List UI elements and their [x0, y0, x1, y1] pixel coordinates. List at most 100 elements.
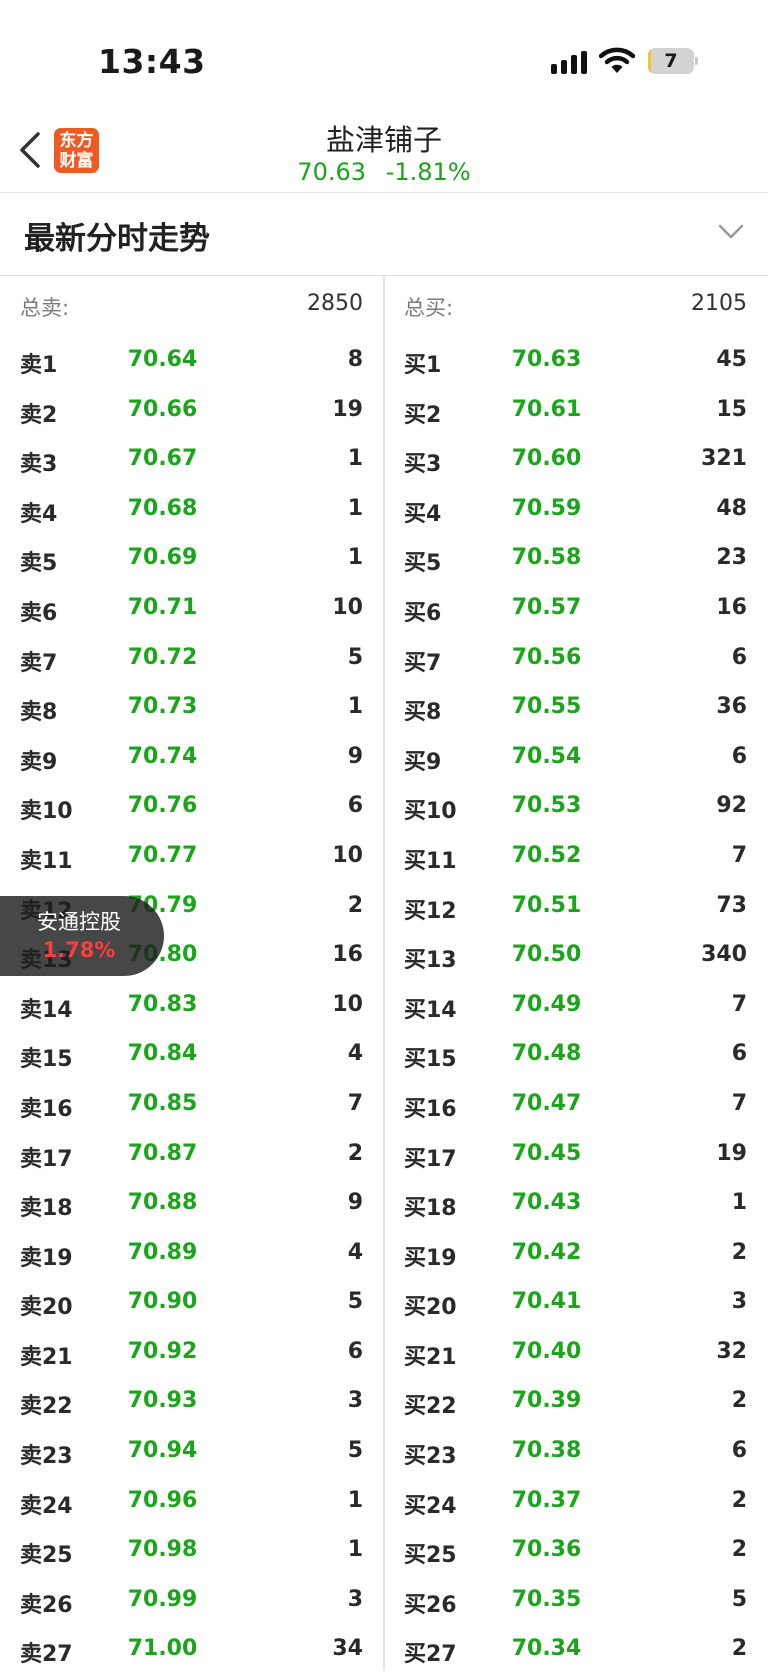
sell-level-label: 卖8: [20, 700, 58, 726]
buy-level-label: 买25: [404, 1543, 457, 1569]
buy-level-row[interactable]: 买16 70.47 7: [384, 1080, 767, 1130]
buy-volume: 73: [716, 892, 747, 918]
sell-level-row[interactable]: 卖7 70.72 5: [0, 634, 383, 684]
buy-level-row[interactable]: 买27 70.34 2: [384, 1625, 767, 1675]
buy-total-row: 总买: 2105: [384, 276, 767, 336]
buy-price: 70.49: [511, 991, 582, 1017]
sell-price: 70.92: [127, 1338, 198, 1364]
buy-level-row[interactable]: 买24 70.37 2: [384, 1477, 767, 1527]
sell-level-row[interactable]: 卖23 70.94 5: [0, 1427, 383, 1477]
buy-level-label: 买21: [404, 1344, 457, 1370]
sell-volume: 1: [347, 495, 363, 521]
buy-price: 70.50: [511, 942, 582, 968]
sell-volume: 1: [347, 1487, 363, 1513]
buy-level-row[interactable]: 买19 70.42 2: [384, 1229, 767, 1279]
buy-price: 70.54: [511, 743, 582, 769]
buy-level-row[interactable]: 买18 70.43 1: [384, 1179, 767, 1229]
sell-level-row[interactable]: 卖4 70.68 1: [0, 485, 383, 535]
sell-level-label: 卖19: [20, 1245, 73, 1271]
sell-volume: 9: [347, 1190, 363, 1216]
floating-stock-tag[interactable]: 安通控股 1.78%: [0, 896, 164, 976]
sell-level-row[interactable]: 卖22 70.93 3: [0, 1377, 383, 1427]
sell-level-row[interactable]: 卖19 70.89 4: [0, 1229, 383, 1279]
buy-level-row[interactable]: 买20 70.41 3: [384, 1278, 767, 1328]
buy-level-row[interactable]: 买12 70.51 73: [384, 882, 767, 932]
sell-volume: 19: [332, 396, 363, 422]
buy-level-row[interactable]: 买8 70.55 36: [384, 683, 767, 733]
buy-level-row[interactable]: 买10 70.53 92: [384, 782, 767, 832]
sell-level-row[interactable]: 卖10 70.76 6: [0, 782, 383, 832]
sell-level-row[interactable]: 卖9 70.74 9: [0, 733, 383, 783]
section-header[interactable]: 最新分时走势: [0, 193, 768, 276]
buy-level-row[interactable]: 买11 70.52 7: [384, 832, 767, 882]
sell-level-row[interactable]: 卖14 70.83 10: [0, 981, 383, 1031]
sell-level-row[interactable]: 卖25 70.98 1: [0, 1526, 383, 1576]
buy-level-row[interactable]: 买1 70.63 45: [384, 336, 767, 386]
buy-volume: 15: [716, 396, 747, 422]
sell-level-label: 卖18: [20, 1196, 73, 1222]
sell-level-row[interactable]: 卖21 70.92 6: [0, 1328, 383, 1378]
buy-price: 70.59: [511, 495, 582, 521]
sell-level-row[interactable]: 卖17 70.87 2: [0, 1130, 383, 1180]
buy-level-row[interactable]: 买7 70.56 6: [384, 634, 767, 684]
sell-level-label: 卖26: [20, 1592, 73, 1618]
sell-level-label: 卖4: [20, 501, 58, 527]
sell-level-row[interactable]: 卖3 70.67 1: [0, 435, 383, 485]
buy-level-label: 买7: [404, 650, 442, 676]
buy-level-row[interactable]: 买5 70.58 23: [384, 534, 767, 584]
buy-volume: 45: [716, 347, 747, 372]
chevron-down-icon[interactable]: [716, 219, 746, 243]
buy-level-label: 买19: [404, 1245, 457, 1271]
buy-level-row[interactable]: 买21 70.40 32: [384, 1328, 767, 1378]
sell-level-row[interactable]: 卖18 70.88 9: [0, 1179, 383, 1229]
buy-price: 70.55: [511, 694, 582, 720]
buy-level-row[interactable]: 买3 70.60 321: [384, 435, 767, 485]
buy-level-row[interactable]: 买15 70.48 6: [384, 1030, 767, 1080]
stock-price: 70.63: [297, 158, 367, 186]
sell-price: 70.89: [127, 1239, 198, 1265]
sell-level-label: 卖25: [20, 1543, 73, 1569]
sell-price: 70.74: [127, 743, 198, 769]
buy-level-row[interactable]: 买9 70.54 6: [384, 733, 767, 783]
sell-volume: 6: [347, 793, 363, 819]
buy-level-row[interactable]: 买26 70.35 5: [384, 1576, 767, 1626]
sell-price: 70.77: [127, 842, 198, 868]
buy-level-row[interactable]: 买14 70.49 7: [384, 981, 767, 1031]
battery-icon: 7: [648, 48, 698, 74]
buy-price: 70.36: [511, 1537, 582, 1563]
stock-change: -1.81%: [385, 158, 471, 186]
sell-level-row[interactable]: 卖24 70.96 1: [0, 1477, 383, 1527]
sell-price: 70.73: [127, 694, 198, 720]
sell-level-row[interactable]: 卖2 70.66 19: [0, 386, 383, 436]
sell-level-row[interactable]: 卖11 70.77 10: [0, 832, 383, 882]
buy-volume: 6: [731, 1041, 747, 1067]
sell-level-row[interactable]: 卖26 70.99 3: [0, 1576, 383, 1626]
buy-level-row[interactable]: 买4 70.59 48: [384, 485, 767, 535]
sell-level-row[interactable]: 卖27 71.00 34: [0, 1625, 383, 1675]
sell-price: 70.98: [127, 1537, 198, 1563]
sell-level-row[interactable]: 卖15 70.84 4: [0, 1030, 383, 1080]
sell-level-row[interactable]: 卖20 70.90 5: [0, 1278, 383, 1328]
sell-level-row[interactable]: 卖8 70.73 1: [0, 683, 383, 733]
sell-level-row[interactable]: 卖5 70.69 1: [0, 534, 383, 584]
buy-price: 70.41: [511, 1289, 582, 1315]
buy-level-label: 买3: [404, 452, 442, 478]
clock: 13:43: [98, 42, 206, 81]
sell-price: 70.69: [127, 545, 198, 571]
buy-level-row[interactable]: 买23 70.38 6: [384, 1427, 767, 1477]
buy-level-row[interactable]: 买6 70.57 16: [384, 584, 767, 634]
buy-level-row[interactable]: 买22 70.39 2: [384, 1377, 767, 1427]
buy-level-label: 买26: [404, 1592, 457, 1618]
buy-level-row[interactable]: 买17 70.45 19: [384, 1130, 767, 1180]
sell-level-row[interactable]: 卖1 70.64 8: [0, 336, 383, 386]
buy-volume: 6: [731, 644, 747, 670]
buy-volume: 2: [731, 1487, 747, 1513]
sell-volume: 6: [347, 1338, 363, 1364]
buy-level-label: 买16: [404, 1096, 457, 1122]
buy-level-row[interactable]: 买13 70.50 340: [384, 931, 767, 981]
buy-level-row[interactable]: 买25 70.36 2: [384, 1526, 767, 1576]
sell-level-row[interactable]: 卖6 70.71 10: [0, 584, 383, 634]
buy-level-row[interactable]: 买2 70.61 15: [384, 386, 767, 436]
sell-level-label: 卖24: [20, 1493, 73, 1519]
sell-level-row[interactable]: 卖16 70.85 7: [0, 1080, 383, 1130]
